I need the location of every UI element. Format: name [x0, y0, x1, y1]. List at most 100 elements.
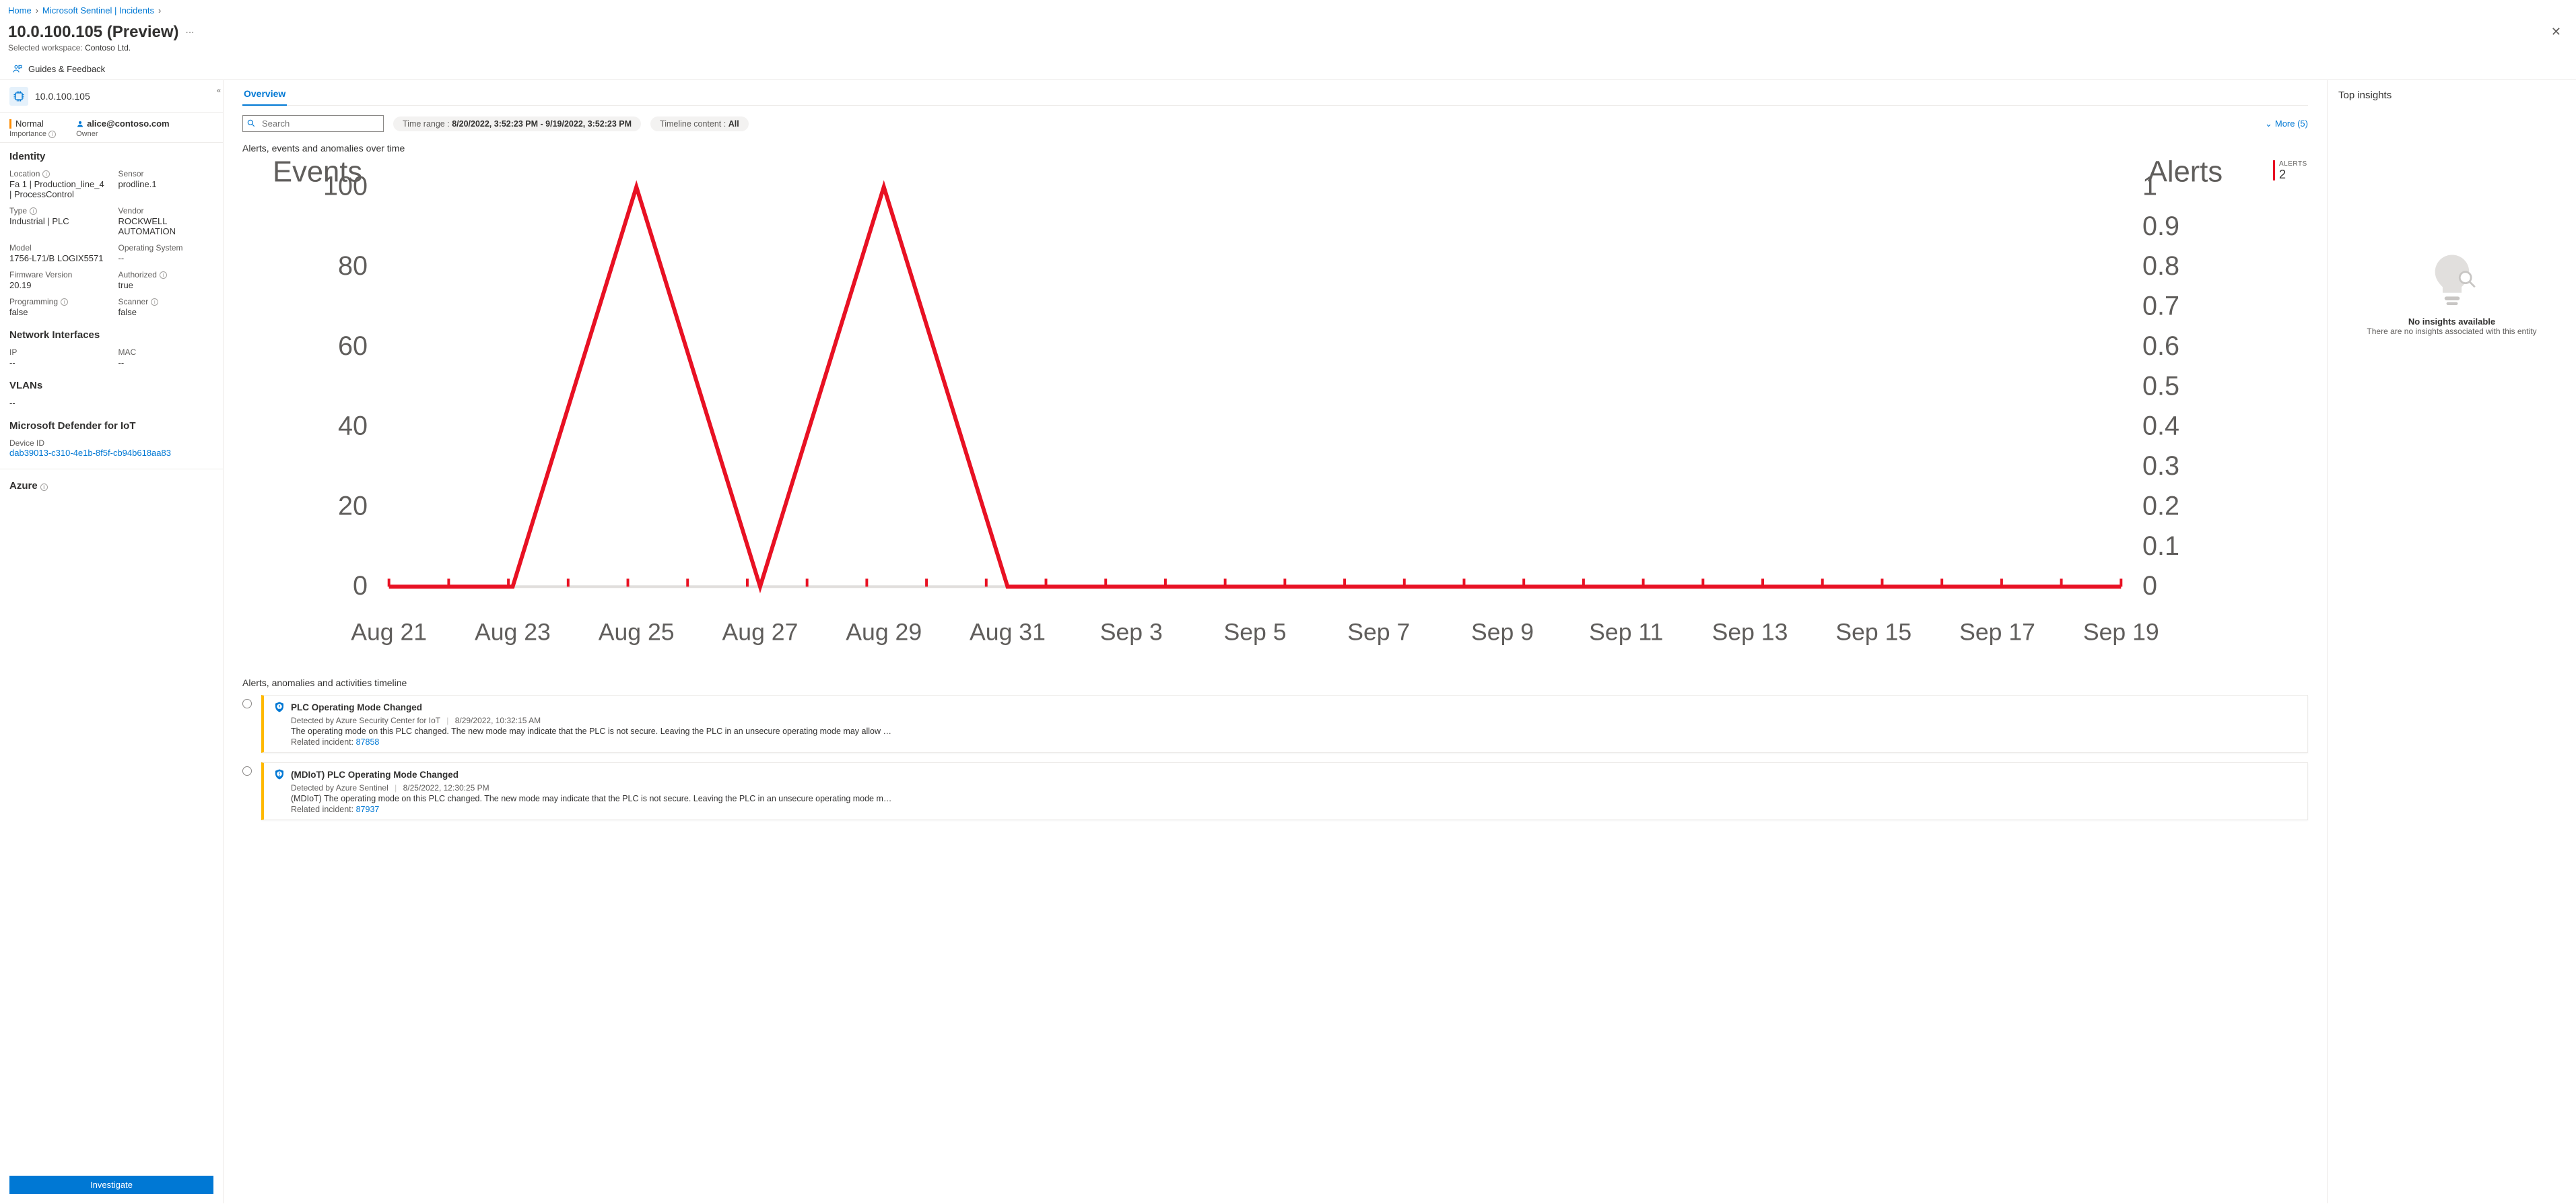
person-icon	[76, 120, 84, 128]
top-insights-title: Top insights	[2338, 90, 2565, 101]
related-label: Related incident:	[291, 805, 356, 814]
alert-desc: The operating mode on this PLC changed. …	[291, 727, 2298, 736]
svg-text:20: 20	[338, 491, 368, 521]
detected-by: Detected by Azure Sentinel	[291, 783, 388, 793]
timeline-content-pill[interactable]: Timeline content : All	[650, 116, 749, 131]
svg-text:0: 0	[353, 571, 368, 601]
svg-text:Sep 15: Sep 15	[1835, 618, 1911, 645]
svg-text:0.2: 0.2	[2142, 491, 2179, 521]
svg-text:100: 100	[323, 171, 368, 201]
model-value: 1756-L71/B LOGIX5571	[9, 253, 105, 263]
owner-block: alice@contoso.com Owner	[76, 119, 169, 138]
svg-text:0: 0	[2142, 571, 2157, 601]
alerts-kpi: ALERTS 2	[2268, 160, 2308, 667]
device-ip-heading: 10.0.100.105	[35, 91, 90, 102]
info-icon[interactable]: i	[42, 170, 50, 178]
svg-text:Aug 21: Aug 21	[351, 618, 427, 645]
svg-text:Sep 9: Sep 9	[1471, 618, 1534, 645]
page-title: 10.0.100.105 (Preview)	[8, 23, 179, 42]
owner-email[interactable]: alice@contoso.com	[76, 119, 169, 129]
detected-by: Detected by Azure Security Center for Io…	[291, 716, 440, 725]
sensor-value: prodline.1	[118, 179, 214, 189]
svg-text:Sep 17: Sep 17	[1959, 618, 2035, 645]
collapse-left-pane[interactable]: «	[214, 84, 224, 98]
azure-title: Azure i	[0, 472, 223, 496]
identity-section-title: Identity	[0, 143, 223, 166]
svg-text:Sep 7: Sep 7	[1347, 618, 1410, 645]
svg-text:0.8: 0.8	[2142, 251, 2179, 281]
svg-text:60: 60	[338, 331, 368, 361]
svg-text:Sep 5: Sep 5	[1223, 618, 1286, 645]
importance-value: Normal	[15, 119, 44, 129]
title-more-button[interactable]: ···	[186, 27, 195, 37]
breadcrumb-home[interactable]: Home	[8, 5, 32, 15]
mdiot-title: Microsoft Defender for IoT	[0, 412, 223, 436]
svg-text:0.7: 0.7	[2142, 292, 2179, 321]
investigate-button[interactable]: Investigate	[9, 1176, 213, 1194]
svg-text:0.3: 0.3	[2142, 451, 2179, 481]
vendor-value: ROCKWELL AUTOMATION	[118, 216, 214, 236]
close-icon[interactable]: ✕	[2544, 21, 2568, 43]
network-interfaces-title: Network Interfaces	[0, 321, 223, 345]
chevron-right-icon: ›	[158, 5, 161, 15]
svg-text:0.4: 0.4	[2142, 411, 2179, 441]
related-label: Related incident:	[291, 737, 356, 747]
importance-bar-icon	[9, 119, 11, 129]
insights-empty-title: No insights available	[2408, 316, 2495, 327]
info-icon[interactable]: i	[30, 207, 37, 215]
insights-empty-sub: There are no insights associated with th…	[2367, 327, 2536, 336]
chip-icon	[9, 87, 28, 106]
guides-feedback-button[interactable]: Guides & Feedback	[0, 59, 2576, 80]
person-feedback-icon	[12, 63, 23, 74]
top-insights-pane: Top insights No insights available There…	[2327, 80, 2576, 1203]
svg-text:0.5: 0.5	[2142, 371, 2179, 401]
info-icon[interactable]: i	[160, 271, 167, 279]
chevron-down-icon: ⌄	[2265, 119, 2272, 129]
tab-strip: Overview	[242, 86, 2308, 106]
lightbulb-icon	[2422, 249, 2482, 310]
timeline-card[interactable]: (MDIoT) PLC Operating Mode Changed Detec…	[261, 762, 2308, 820]
tab-overview[interactable]: Overview	[242, 86, 287, 106]
search-input[interactable]	[242, 115, 384, 132]
svg-text:Sep 19: Sep 19	[2083, 618, 2159, 645]
svg-text:Alerts: Alerts	[2148, 160, 2223, 189]
info-icon[interactable]: i	[151, 298, 158, 306]
related-incident-link[interactable]: 87937	[356, 805, 380, 814]
time-range-pill[interactable]: Time range : 8/20/2022, 3:52:23 PM - 9/1…	[393, 116, 641, 131]
breadcrumb-sentinel[interactable]: Microsoft Sentinel | Incidents	[42, 5, 154, 15]
ip-value: --	[9, 358, 105, 368]
importance-block: Normal Importance i	[9, 119, 56, 138]
alerts-bar-icon	[2273, 160, 2275, 180]
alert-title: PLC Operating Mode Changed	[291, 702, 422, 712]
alert-timestamp: 8/29/2022, 10:32:15 AM	[455, 716, 541, 725]
mac-value: --	[118, 358, 214, 368]
svg-text:80: 80	[338, 251, 368, 281]
left-pane: « 10.0.100.105 Normal Importance i	[0, 80, 224, 1203]
timeline-item-radio[interactable]	[242, 766, 252, 776]
svg-text:40: 40	[338, 411, 368, 441]
timeline-card[interactable]: PLC Operating Mode Changed Detected by A…	[261, 695, 2308, 753]
timeline-item-radio[interactable]	[242, 699, 252, 708]
svg-text:Sep 13: Sep 13	[1712, 618, 1788, 645]
search-icon	[246, 119, 256, 130]
vlans-title: VLANs	[0, 372, 223, 395]
os-value: --	[118, 253, 214, 263]
alert-desc: (MDIoT) The operating mode on this PLC c…	[291, 794, 2298, 803]
shield-alert-icon	[273, 768, 285, 780]
type-value: Industrial | PLC	[9, 216, 105, 226]
svg-text:0.6: 0.6	[2142, 331, 2179, 361]
workspace-row: Selected workspace: Contoso Ltd.	[0, 43, 2576, 59]
related-incident-link[interactable]: 87858	[356, 737, 380, 747]
info-icon[interactable]: i	[40, 483, 48, 491]
firmware-value: 20.19	[9, 280, 105, 290]
location-value: Fa 1 | Production_line_4 | ProcessContro…	[9, 179, 105, 199]
device-id-link[interactable]: dab39013-c310-4e1b-8f5f-cb94b618aa83	[9, 448, 171, 458]
more-link[interactable]: ⌄ More (5)	[2265, 119, 2308, 129]
programming-value: false	[9, 307, 105, 317]
info-icon[interactable]: i	[61, 298, 68, 306]
authorized-value: true	[118, 280, 214, 290]
info-icon[interactable]: i	[48, 131, 56, 138]
svg-text:Aug 23: Aug 23	[475, 618, 551, 645]
svg-text:Sep 11: Sep 11	[1589, 618, 1663, 645]
breadcrumb: Home › Microsoft Sentinel | Incidents ›	[0, 0, 2576, 20]
